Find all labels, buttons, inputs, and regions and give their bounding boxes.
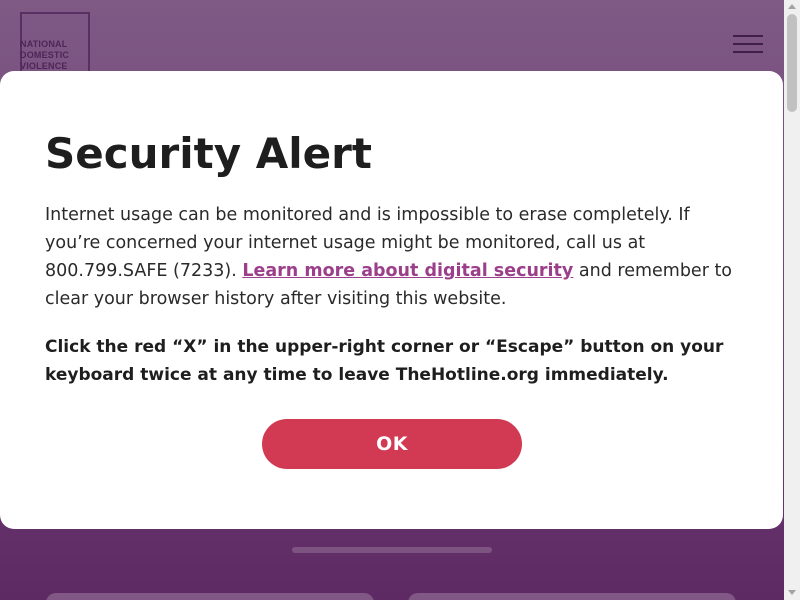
scroll-down-arrow-icon[interactable]: [788, 590, 796, 595]
logo-line-2: DOMESTIC: [20, 50, 70, 60]
escape-instructions: Click the red “X” in the upper-right cor…: [45, 337, 724, 385]
background-card-left: [46, 593, 374, 600]
modal-title: Security Alert: [45, 129, 372, 178]
logo-line-1: NATIONAL: [20, 39, 68, 49]
digital-security-link[interactable]: Learn more about digital security: [242, 261, 573, 281]
scroll-up-arrow-icon[interactable]: [788, 4, 796, 9]
hamburger-menu-icon[interactable]: [733, 35, 763, 55]
scrollbar-thumb[interactable]: [787, 14, 797, 112]
site-header: NATIONAL DOMESTIC VIOLENCE: [0, 0, 784, 80]
background-card-right: [408, 593, 736, 600]
site-logo[interactable]: NATIONAL DOMESTIC VIOLENCE: [20, 12, 90, 74]
ok-button[interactable]: OK: [262, 419, 522, 469]
page-scrollbar[interactable]: [784, 0, 800, 600]
background-heading-line: [292, 547, 492, 553]
security-alert-modal: Security Alert Internet usage can be mon…: [0, 71, 783, 529]
modal-body-text: Internet usage can be monitored and is i…: [45, 201, 745, 313]
